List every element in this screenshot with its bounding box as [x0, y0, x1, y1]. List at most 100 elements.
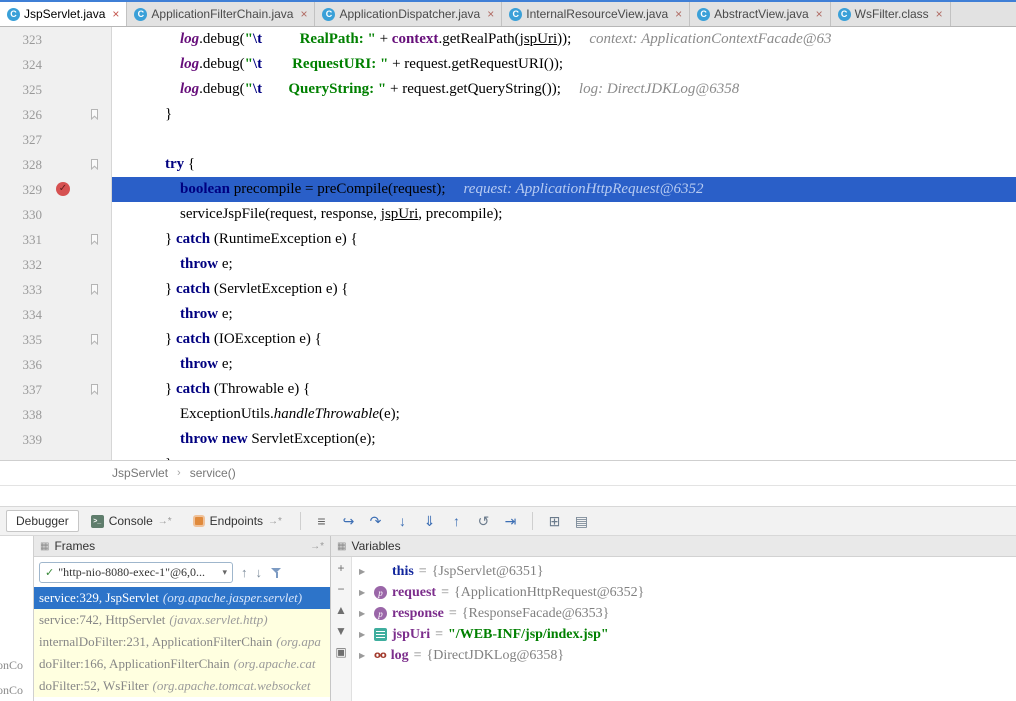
variable-row[interactable]: ▶this = {JspServlet@6351}: [352, 561, 1016, 582]
variable-row[interactable]: ▶prequest = {ApplicationHttpRequest@6352…: [352, 582, 1016, 603]
code-line[interactable]: 329✓ boolean precompile = preCompile(req…: [0, 177, 1016, 202]
variable-row[interactable]: ▶jspUri = "/WEB-INF/jsp/index.jsp": [352, 624, 1016, 645]
code-line[interactable]: 335 } catch (IOException e) {: [0, 327, 1016, 352]
float-window-icon[interactable]: →*: [310, 541, 324, 552]
gutter: 323: [0, 27, 112, 52]
tab-internalresourceview-java[interactable]: CInternalResourceView.java×: [502, 2, 690, 26]
close-icon[interactable]: ×: [300, 7, 307, 21]
breakpoint-icon[interactable]: ✓: [56, 182, 70, 196]
code-line[interactable]: 338 ExceptionUtils.handleThrowable(e);: [0, 402, 1016, 427]
close-icon[interactable]: ×: [675, 7, 682, 21]
code-line[interactable]: 324 log.debug("\t RequestURI: " + reques…: [0, 52, 1016, 77]
frame-row[interactable]: internalDoFilter:231, ApplicationFilterC…: [34, 631, 330, 653]
variable-row[interactable]: ▶oolog = {DirectJDKLog@6358}: [352, 645, 1016, 666]
expand-chevron-icon[interactable]: ▶: [359, 651, 369, 660]
duplicate-watch-icon[interactable]: ▣: [335, 646, 346, 658]
tab-label: InternalResourceView.java: [526, 7, 668, 21]
close-icon[interactable]: ×: [487, 7, 494, 21]
thread-selector[interactable]: ✓ "http-nio-8080-exec-1"@6,0... ▾: [39, 562, 233, 583]
layout-settings-icon[interactable]: ▤: [570, 510, 593, 532]
breadcrumb-method[interactable]: service(): [190, 466, 236, 480]
remove-watch-icon[interactable]: −: [337, 583, 344, 595]
step-into-icon[interactable]: ↓: [391, 510, 414, 532]
run-to-cursor-icon[interactable]: ⇥: [499, 510, 522, 532]
close-icon[interactable]: ×: [112, 7, 119, 21]
clipped-text: onCo: [0, 658, 23, 673]
settings-menu-icon[interactable]: ≡: [310, 510, 333, 532]
next-frame-icon[interactable]: ↓: [256, 565, 263, 580]
tab-applicationdispatcher-java[interactable]: CApplicationDispatcher.java×: [315, 2, 502, 26]
code-text: } catch (Throwable e) {: [112, 377, 1016, 402]
code-line[interactable]: 333 } catch (ServletException e) {: [0, 277, 1016, 302]
close-icon[interactable]: ×: [936, 7, 943, 21]
code-text: throw e;: [112, 352, 1016, 377]
expand-chevron-icon[interactable]: ▶: [359, 588, 369, 597]
show-execution-point-icon[interactable]: ↪: [337, 510, 360, 532]
variable-value: "/WEB-INF/jsp/index.jsp": [448, 627, 609, 643]
gutter: 329 ✓: [0, 177, 112, 202]
variables-title: Variables: [351, 539, 400, 553]
step-over-icon[interactable]: ↷: [364, 510, 387, 532]
evaluate-expression-icon[interactable]: ⊞: [543, 510, 566, 532]
tab-wsfilter-class[interactable]: CWsFilter.class×: [831, 2, 951, 26]
line-number: 329: [0, 177, 42, 202]
tab-console[interactable]: >_ Console →*: [82, 510, 181, 532]
tab-label: Endpoints: [210, 514, 263, 528]
code-line[interactable]: 337 } catch (Throwable e) {: [0, 377, 1016, 402]
code-editor[interactable]: 323 log.debug("\t RealPath: " + context.…: [0, 27, 1016, 460]
step-out-icon[interactable]: ↑: [445, 510, 468, 532]
code-line[interactable]: 327: [0, 127, 1016, 152]
code-line[interactable]: 336 throw e;: [0, 352, 1016, 377]
variable-row[interactable]: ▶presponse = {ResponseFacade@6353}: [352, 603, 1016, 624]
frame-package: (org.apa: [276, 634, 321, 650]
code-line[interactable]: 332 throw e;: [0, 252, 1016, 277]
code-line[interactable]: 339 throw new ServletException(e);: [0, 427, 1016, 452]
gutter: 336: [0, 352, 112, 377]
frame-row[interactable]: doFilter:166, ApplicationFilterChain (or…: [34, 653, 330, 675]
code-line[interactable]: 325 log.debug("\t QueryString: " + reque…: [0, 77, 1016, 102]
drop-frame-icon[interactable]: ↺: [472, 510, 495, 532]
code-line[interactable]: 334 throw e;: [0, 302, 1016, 327]
tab-abstractview-java[interactable]: CAbstractView.java×: [690, 2, 831, 26]
code-line[interactable]: 326 }: [0, 102, 1016, 127]
code-line[interactable]: 323 log.debug("\t RealPath: " + context.…: [0, 27, 1016, 52]
frame-row[interactable]: doFilter:52, WsFilter (org.apache.tomcat…: [34, 675, 330, 697]
code-line[interactable]: 328 try {: [0, 152, 1016, 177]
close-icon[interactable]: ×: [816, 7, 823, 21]
variables-panel: ▦ Variables +−▲▼▣ ▶this = {JspServlet@63…: [331, 536, 1016, 701]
tab-jspservlet-java[interactable]: CJspServlet.java×: [0, 2, 127, 26]
expand-chevron-icon[interactable]: ▶: [359, 630, 369, 639]
editor-debug-splitter[interactable]: [0, 486, 1016, 506]
gutter: 324: [0, 52, 112, 77]
tab-applicationfilterchain-java[interactable]: CApplicationFilterChain.java×: [127, 2, 315, 26]
gutter: 333: [0, 277, 112, 302]
code-line[interactable]: 340 }: [0, 452, 1016, 460]
debug-toolbar: Debugger >_ Console →* Endpoints →* ≡↪↷↓…: [0, 506, 1016, 536]
force-step-into-icon[interactable]: ⇓: [418, 510, 441, 532]
frame-package: (org.apache.tomcat.websocket: [153, 678, 311, 694]
move-watch-up-icon[interactable]: ▲: [335, 604, 347, 616]
gutter: 331: [0, 227, 112, 252]
breadcrumb-class[interactable]: JspServlet: [112, 466, 168, 480]
code-text: }: [112, 102, 1016, 127]
previous-frame-icon[interactable]: ↑: [241, 565, 248, 580]
filter-icon[interactable]: [270, 566, 283, 579]
add-watch-icon[interactable]: +: [337, 562, 344, 574]
frame-row[interactable]: service:329, JspServlet (org.apache.jasp…: [34, 587, 330, 609]
gutter: 338: [0, 402, 112, 427]
line-number: 328: [0, 152, 42, 177]
code-line[interactable]: 331 } catch (RuntimeException e) {: [0, 227, 1016, 252]
variable-value: {ResponseFacade@6353}: [462, 606, 610, 622]
tab-endpoints[interactable]: Endpoints →*: [184, 510, 291, 532]
move-watch-down-icon[interactable]: ▼: [335, 625, 347, 637]
watches-toolbar: + − ▲ ▼ ▣: [331, 557, 352, 701]
thread-name: "http-nio-8080-exec-1"@6,0...: [58, 565, 205, 580]
code-text: ExceptionUtils.handleThrowable(e);: [112, 402, 1016, 427]
expand-chevron-icon[interactable]: ▶: [359, 609, 369, 618]
code-line[interactable]: 330 serviceJspFile(request, response, js…: [0, 202, 1016, 227]
frame-package: (org.apache.jasper.servlet): [163, 590, 302, 606]
expand-chevron-icon[interactable]: ▶: [359, 567, 369, 576]
frame-row[interactable]: service:742, HttpServlet (javax.servlet.…: [34, 609, 330, 631]
tab-debugger[interactable]: Debugger: [6, 510, 79, 532]
parameter-icon: p: [374, 607, 387, 620]
